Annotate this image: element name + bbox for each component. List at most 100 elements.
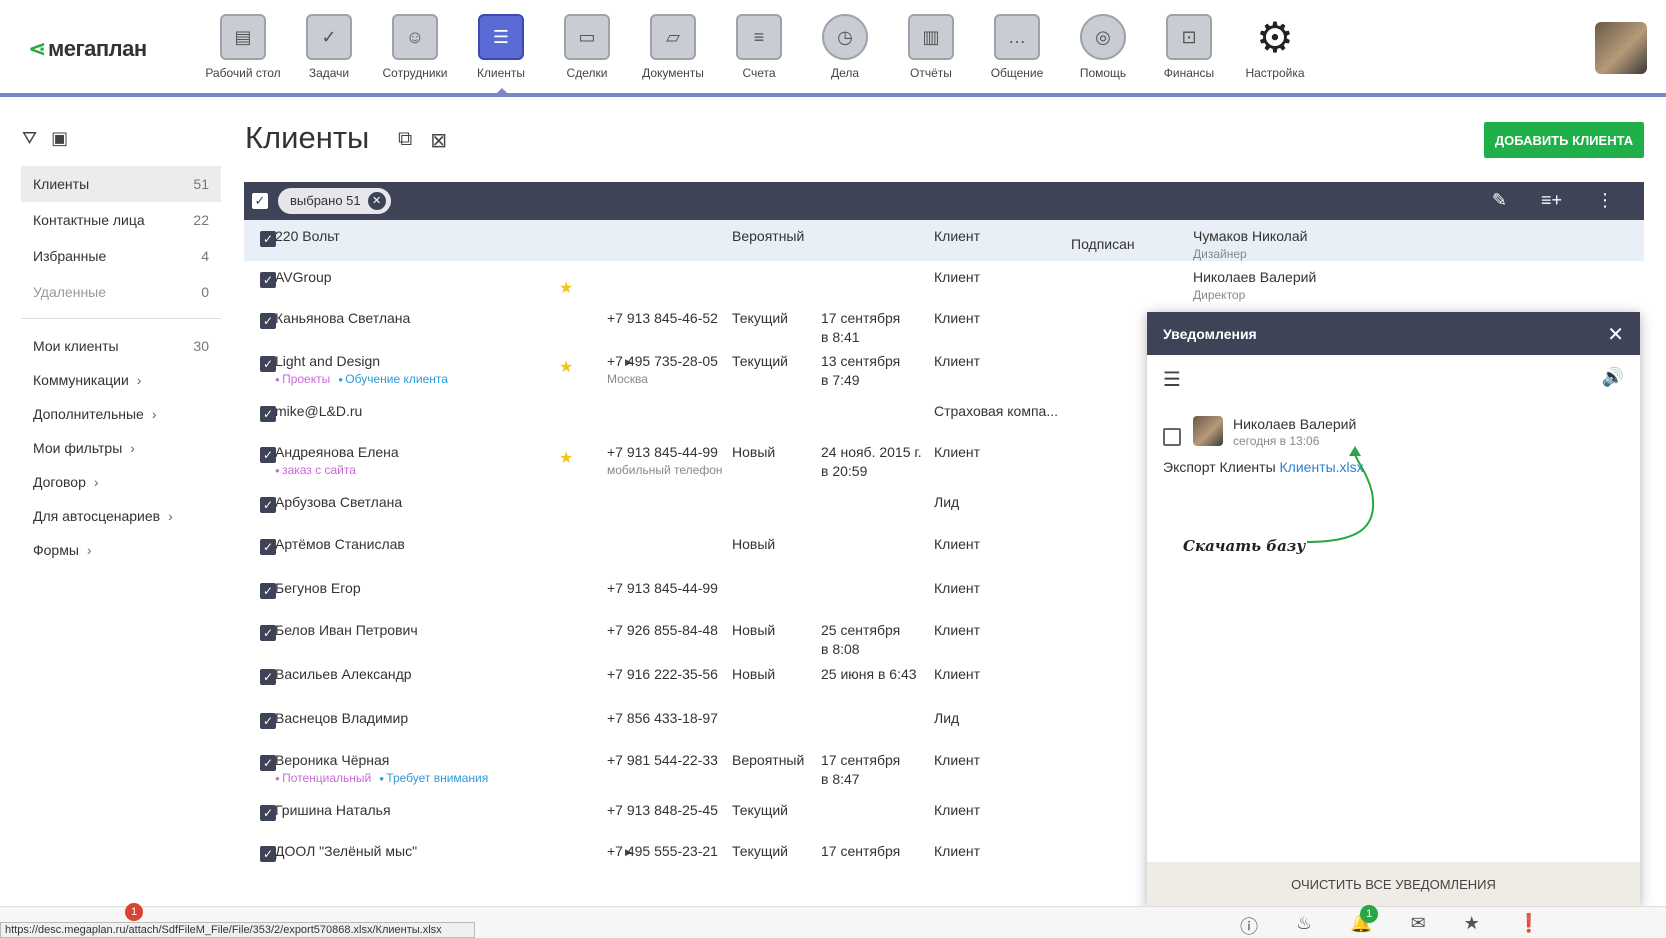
nav-item-reports[interactable]: ▥ Отчёты [888,0,974,94]
client-type: Лид [934,494,959,510]
nav-item-chat[interactable]: … Общение [974,0,1060,94]
list-icon[interactable]: ☰ [1163,367,1181,392]
client-type: Клиент [934,310,980,326]
sidebar-item[interactable]: Избранные 4 [21,238,221,274]
tag[interactable]: Потенциальный [275,771,371,785]
row-checkbox[interactable]: ✓ [260,625,276,641]
folder-add-icon[interactable]: ▣ [51,128,68,149]
sidebar-item[interactable]: Клиенты 51 [21,166,221,202]
nav-item-safe[interactable]: ⊡ Финансы [1146,0,1232,94]
client-type-text: Клиент [934,269,981,285]
edit-icon[interactable]: ✎ [1492,190,1507,211]
fire-icon[interactable]: ♨ [1296,913,1312,938]
client-name[interactable]: ДООЛ "Зелёный мыс" [275,843,417,859]
feedback-icon[interactable]: ❗ [1518,913,1540,938]
row-checkbox[interactable]: ✓ [260,583,276,599]
table-row[interactable]: ✓ 220 Вольт Вероятный Клиент Подписан Чумаков… [244,220,1644,261]
close-icon[interactable]: ✕ [1607,322,1624,347]
logo-text: мегаплан [47,36,147,61]
client-name[interactable]: Артёмов Станислав [275,536,405,552]
sidebar-item[interactable]: Формы › [21,533,221,567]
date-text: 17 сентября [821,843,901,859]
nav-item-invoices[interactable]: ≡ Счета [716,0,802,94]
filter-add-icon[interactable]: ⛛ [22,128,37,149]
row-checkbox[interactable]: ✓ [260,356,276,372]
date-text: 25 сентября [821,622,901,638]
favorite-star-icon[interactable]: ★ [559,448,573,468]
alert-icon[interactable]: ⓘ [1240,913,1258,938]
tag[interactable]: Проекты [275,372,330,386]
client-name[interactable]: Каньянова Светлана [275,310,410,326]
client-name[interactable]: 220 Вольт [275,228,340,244]
client-name[interactable]: Андреянова Елена заказ с сайта [275,444,399,477]
nav-label: Отчёты [910,66,952,80]
client-name[interactable]: Бегунов Егор [275,580,361,596]
nav-item-tasks[interactable]: ✓ Задачи [286,0,372,94]
message-icon[interactable]: ✉ [1411,913,1426,938]
add-client-button[interactable]: ДОБАВИТЬ КЛИЕНТА [1484,122,1644,158]
tag[interactable]: заказ с сайта [275,463,356,477]
nav-item-clients[interactable]: ☰ Клиенты [458,0,544,94]
deals-icon: ▭ [564,14,610,60]
sidebar-item[interactable]: Дополнительные › [21,397,221,431]
sound-icon[interactable]: 🔊 [1602,367,1624,388]
row-checkbox[interactable]: ✓ [260,313,276,329]
row-checkbox[interactable]: ✓ [260,497,276,513]
client-name[interactable]: Васильев Александр [275,666,412,682]
sidebar-item[interactable]: Коммуникации › [21,363,221,397]
nav-item-clock[interactable]: ◷ Дела [802,0,888,94]
client-name[interactable]: AVGroup [275,269,332,285]
client-name[interactable]: Арбузова Светлана [275,494,402,510]
selection-chip: выбрано 51 ✕ [278,188,391,214]
row-checkbox[interactable]: ✓ [260,713,276,729]
nav-item-desktop[interactable]: ▤ Рабочий стол [200,0,286,94]
notification-checkbox[interactable] [1163,428,1181,446]
nav-item-help[interactable]: ◎ Помощь [1060,0,1146,94]
table-row[interactable]: ✓ AVGroup ★ Клиент Николаев Валерий Директор [244,261,1644,302]
row-checkbox[interactable]: ✓ [260,272,276,288]
clear-selection-icon[interactable]: ✕ [367,192,386,210]
client-type: Клиент [934,752,980,768]
excel-export-icon[interactable]: ⊠ [430,128,447,153]
row-checkbox[interactable]: ✓ [260,846,276,862]
row-checkbox[interactable]: ✓ [260,669,276,685]
favorite-star-icon[interactable]: ★ [559,357,573,377]
sidebar-item[interactable]: Удаленные 0 [21,274,221,310]
star-icon[interactable]: ★ [1464,913,1480,938]
client-name[interactable]: Васнецов Владимир [275,710,408,726]
client-name[interactable]: Гришина Наталья [275,802,391,818]
sidebar-item[interactable]: Для автосценариев › [21,499,221,533]
phone: +7 856 433-18-97 [607,710,718,726]
sidebar-item[interactable]: Договор › [21,465,221,499]
sidebar-item[interactable]: Мои клиенты 30 [21,329,221,363]
row-checkbox[interactable]: ✓ [260,805,276,821]
row-checkbox[interactable]: ✓ [260,755,276,771]
favorite-star-icon[interactable]: ★ [559,278,573,298]
nav-item-gear[interactable]: ⚙ Настройка [1232,0,1318,94]
sidebar-item-label: Коммуникации [33,372,129,388]
sidebar-item[interactable]: Мои фильтры › [21,431,221,465]
client-name[interactable]: Light and Design Проекты Обучение клиента [275,353,456,386]
nav-item-documents[interactable]: ▱ Документы [630,0,716,94]
nav-item-employees[interactable]: ☺ Сотрудники [372,0,458,94]
client-name[interactable]: Белов Иван Петрович [275,622,418,638]
row-checkbox[interactable]: ✓ [260,539,276,555]
logo[interactable]: ⋖мегаплан [28,36,147,62]
client-type: Клиент [934,666,980,682]
more-icon[interactable]: ⋮ [1596,190,1614,211]
client-name[interactable]: mike@L&D.ru [275,403,362,419]
nav-item-deals[interactable]: ▭ Сделки [544,0,630,94]
row-checkbox[interactable]: ✓ [260,447,276,463]
row-checkbox[interactable]: ✓ [260,406,276,422]
bell-icon[interactable]: 🔔 1 [1350,905,1379,938]
copy-add-icon[interactable]: ⧉ [398,128,412,153]
row-checkbox[interactable]: ✓ [260,231,276,247]
tag[interactable]: Обучение клиента [338,372,448,386]
clear-all-button[interactable]: ОЧИСТИТЬ ВСЕ УВЕДОМЛЕНИЯ [1147,862,1640,908]
client-name[interactable]: Вероника Чёрная Потенциальный Требует вним… [275,752,496,785]
add-to-list-icon[interactable]: ≡+ [1541,190,1562,211]
select-all-checkbox[interactable]: ✓ [252,193,268,209]
sidebar-item[interactable]: Контактные лица 22 [21,202,221,238]
tag[interactable]: Требует внимания [379,771,488,785]
user-avatar[interactable] [1595,22,1647,74]
